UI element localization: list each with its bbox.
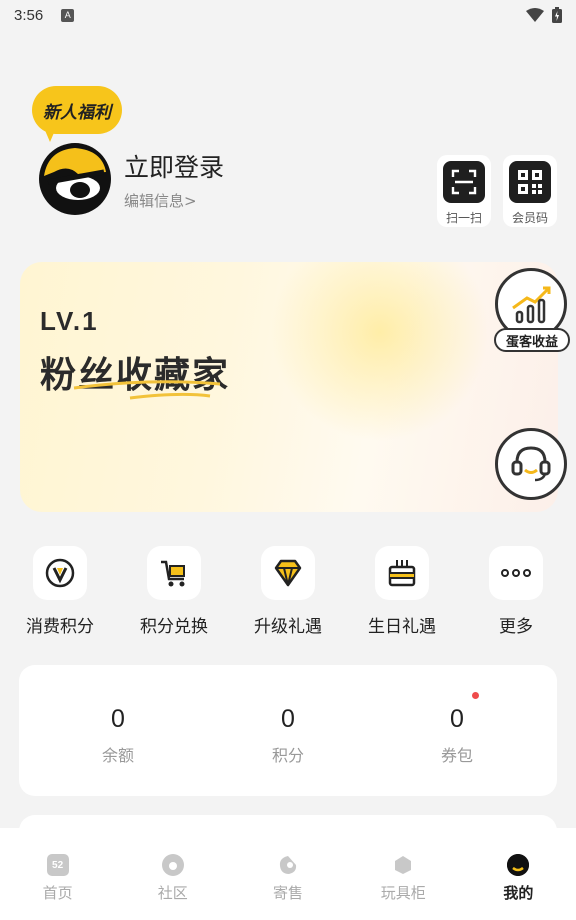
qr-code-icon xyxy=(509,161,551,203)
stat-points-value: 0 xyxy=(281,705,295,733)
new-user-badge-label: 新人福利 xyxy=(43,102,111,123)
stat-balance[interactable]: 0 余额 xyxy=(58,705,178,766)
status-icons xyxy=(526,7,562,23)
coupon-notification-dot xyxy=(472,692,479,699)
func-consume-points[interactable]: 消费积分 xyxy=(10,546,110,637)
battery-icon xyxy=(552,7,562,23)
tab-profile[interactable]: 我的 xyxy=(461,828,576,920)
tab-cabinet[interactable]: 玩具柜 xyxy=(346,828,461,920)
status-bar: 3:56 A xyxy=(0,0,576,30)
func-more-label: 更多 xyxy=(499,617,533,637)
login-title[interactable]: 立即登录 xyxy=(124,148,224,184)
bottom-tab-bar: 52 首页 社区 寄售 玩具柜 我的 xyxy=(0,828,576,920)
stat-balance-value: 0 xyxy=(111,705,125,733)
func-consume-points-label: 消费积分 xyxy=(26,617,94,637)
tab-community[interactable]: 社区 xyxy=(115,828,230,920)
headset-icon xyxy=(511,446,551,482)
scan-icon xyxy=(443,161,485,203)
tab-profile-label: 我的 xyxy=(503,884,534,902)
cake-icon xyxy=(375,546,429,600)
tab-cabinet-label: 玩具柜 xyxy=(380,884,426,902)
stat-coupons[interactable]: 0 券包 xyxy=(397,705,517,766)
wifi-icon xyxy=(526,8,544,22)
stat-balance-label: 余额 xyxy=(101,746,134,765)
level-swoosh-decoration xyxy=(73,380,221,400)
stat-coupons-value: 0 xyxy=(450,705,464,733)
stat-coupons-label: 券包 xyxy=(440,746,473,765)
func-more[interactable]: 更多 xyxy=(466,546,566,637)
level-card[interactable]: LV.1 粉丝收藏家 xyxy=(20,262,558,512)
stat-points-label: 积分 xyxy=(271,746,304,765)
badge-tail xyxy=(44,128,56,142)
cart-icon xyxy=(147,546,201,600)
tab-home[interactable]: 52 首页 xyxy=(0,828,115,920)
scan-button[interactable]: 扫一扫 xyxy=(437,155,491,227)
tab-community-label: 社区 xyxy=(157,884,188,902)
new-user-badge[interactable]: 新人福利 xyxy=(32,86,122,134)
earnings-label[interactable]: 蛋客收益 xyxy=(494,328,570,352)
v-points-icon xyxy=(33,546,87,600)
stats-card: 0 余额 0 积分 0 券包 xyxy=(19,665,557,796)
notification-icon: A xyxy=(61,8,75,22)
stat-points[interactable]: 0 积分 xyxy=(228,705,348,766)
support-float-button[interactable] xyxy=(495,428,567,500)
status-time: 3:56 xyxy=(14,6,44,24)
member-code-button[interactable]: 会员码 xyxy=(503,155,557,227)
tab-consign-label: 寄售 xyxy=(273,884,304,902)
func-birthday-gift-label: 生日礼遇 xyxy=(368,617,436,637)
func-points-exchange[interactable]: 积分兑换 xyxy=(124,546,224,637)
level-number: LV.1 xyxy=(40,306,99,336)
bar-chart-icon xyxy=(512,286,551,324)
profile-icon xyxy=(507,854,530,876)
func-birthday-gift[interactable]: 生日礼遇 xyxy=(352,546,452,637)
consign-icon xyxy=(277,854,299,876)
diamond-icon xyxy=(261,546,315,600)
member-code-label: 会员码 xyxy=(511,211,548,225)
avatar[interactable] xyxy=(38,142,112,216)
tab-consign[interactable]: 寄售 xyxy=(230,828,345,920)
func-upgrade-gift[interactable]: 升级礼遇 xyxy=(238,546,338,637)
cabinet-icon xyxy=(392,854,414,876)
tab-home-label: 首页 xyxy=(42,884,73,902)
community-icon xyxy=(161,854,184,876)
func-points-exchange-label: 积分兑换 xyxy=(140,617,208,637)
card-glow xyxy=(270,262,490,442)
home-icon: 52 xyxy=(46,854,69,876)
func-upgrade-gift-label: 升级礼遇 xyxy=(254,617,322,637)
edit-info-link[interactable]: 编辑信息> xyxy=(124,190,197,211)
scan-label: 扫一扫 xyxy=(445,211,482,225)
more-icon xyxy=(489,546,543,600)
